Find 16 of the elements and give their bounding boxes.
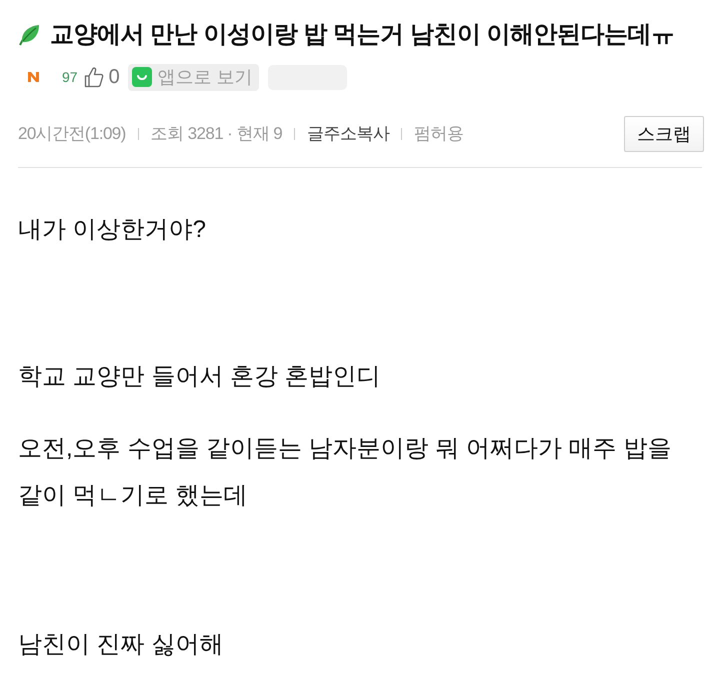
leaf-icon bbox=[18, 24, 40, 46]
permission-label: 펌허용 bbox=[414, 123, 464, 146]
body-paragraph: 내가 이상한거야? bbox=[18, 215, 208, 245]
body-paragraph: 남친이 진짜 싫어해 bbox=[18, 630, 224, 660]
body-paragraph: 학교 교양만 들어서 혼강 혼밥인디 bbox=[18, 362, 382, 392]
n-logo-icon bbox=[28, 72, 39, 82]
body-paragraph: 오전,오후 수업을 같이듣는 남자분이랑 뭐 어쩌다가 매주 밥을 같이 먹ㄴ기로 했는데 bbox=[18, 434, 672, 511]
post-title: 교양에서 만난 이성이랑 밥 먹는거 남친이 이해안된다는데ㅠ bbox=[50, 20, 675, 50]
scrap-button[interactable]: 스크랩 bbox=[624, 116, 704, 152]
points-count: 97 bbox=[62, 68, 78, 86]
post-time: 20시간전(1:09) bbox=[18, 123, 126, 146]
view-count: 조회 3281 · 현재 9 bbox=[150, 123, 282, 146]
likes-count: 0 bbox=[108, 65, 120, 90]
smile-app-icon bbox=[132, 67, 152, 87]
thumbs-up-icon[interactable] bbox=[84, 66, 104, 88]
copy-link[interactable]: 글주소복사 bbox=[307, 121, 390, 147]
